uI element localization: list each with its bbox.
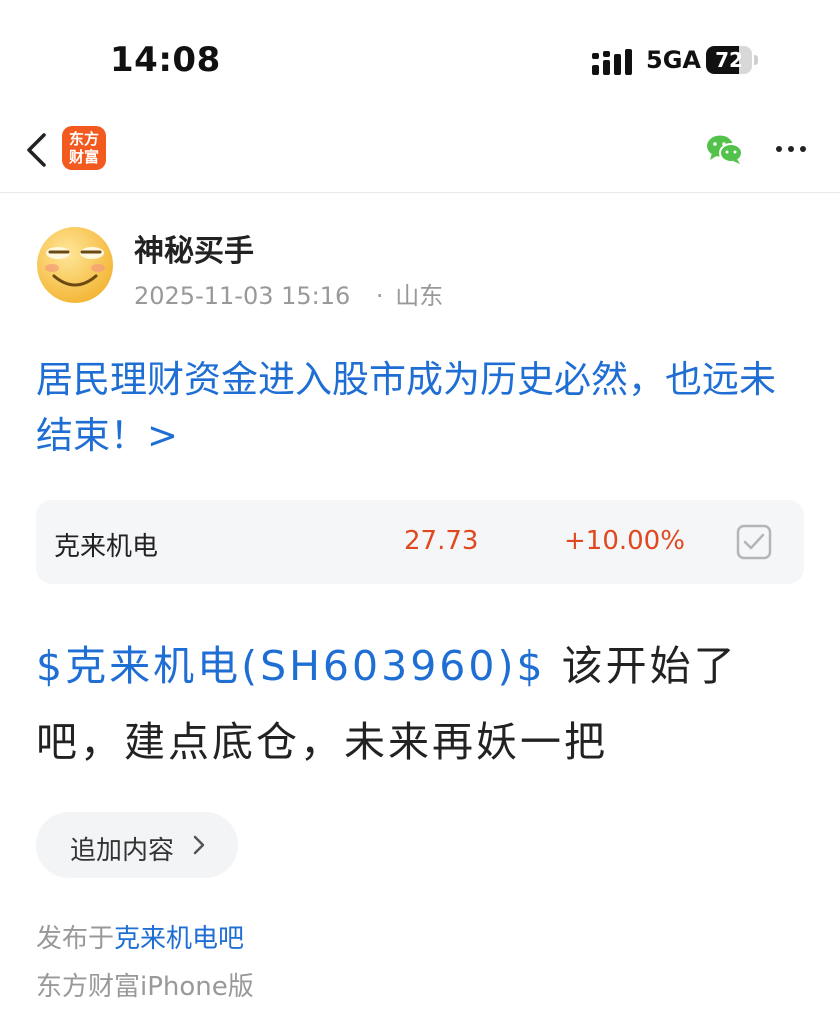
- network-type: 5GA: [646, 46, 701, 74]
- stock-tag-link[interactable]: $克来机电(SH603960)$: [36, 642, 546, 690]
- wechat-icon[interactable]: [706, 134, 744, 164]
- posted-in: 发布于克来机电吧: [36, 918, 244, 955]
- author-name[interactable]: 神秘买手: [134, 226, 254, 270]
- chevron-right-icon: [193, 835, 205, 855]
- post-body: $克来机电(SH603960)$ 该开始了吧，建点底仓，未来再妖一把: [36, 628, 812, 780]
- post-datetime: 2025-11-03 15:16: [134, 282, 351, 310]
- back-icon[interactable]: [24, 132, 50, 168]
- battery-level: 72: [715, 48, 743, 72]
- post-source: 东方财富iPhone版: [36, 972, 254, 1002]
- logo-line1: 东方: [68, 130, 99, 148]
- logo-line2: 财富: [68, 148, 99, 166]
- add-watchlist-icon[interactable]: [736, 524, 772, 560]
- posted-prefix: 发布于: [36, 924, 115, 954]
- post-meta: 2025-11-03 15:16 · 山东: [134, 276, 443, 311]
- signal-icon: [592, 49, 632, 75]
- status-time: 14:08: [110, 40, 221, 80]
- more-icon[interactable]: [774, 138, 808, 160]
- post-title[interactable]: 居民理财资金进入股市成为历史必然，也远未结束！>: [36, 352, 812, 464]
- avatar[interactable]: [36, 226, 114, 304]
- post-location: 山东: [395, 282, 444, 310]
- nav-divider: [0, 192, 840, 193]
- bar-link[interactable]: 克来机电吧: [114, 924, 244, 954]
- battery-icon: 72: [706, 46, 758, 76]
- stock-change: +10.00%: [564, 526, 685, 556]
- app-logo[interactable]: 东方 财富: [62, 126, 106, 170]
- stock-name: 克来机电: [54, 532, 159, 562]
- append-content-label: 追加内容: [70, 836, 175, 866]
- stock-price: 27.73: [404, 526, 479, 556]
- meta-separator: ·: [375, 282, 384, 310]
